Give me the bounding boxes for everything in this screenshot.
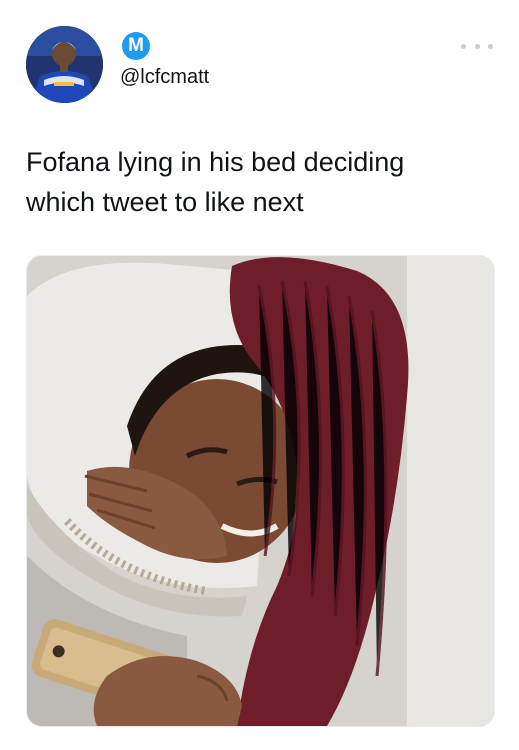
tweet-text: Fofana lying in his bed deciding which t… bbox=[26, 147, 405, 217]
tweet-card: M @lcfcmatt Fofana lying in his bed deci… bbox=[0, 0, 519, 750]
more-dot-icon bbox=[488, 43, 493, 49]
tweet-media-photo[interactable] bbox=[26, 255, 495, 727]
verified-badge-icon: M bbox=[122, 32, 150, 60]
author-handle[interactable]: @lcfcmatt bbox=[120, 66, 209, 89]
more-options-icon[interactable] bbox=[461, 36, 493, 56]
photo-man-in-bed-icon bbox=[27, 256, 494, 726]
author-avatar[interactable] bbox=[26, 26, 103, 103]
avatar-photo-icon bbox=[26, 26, 103, 103]
more-dot-icon bbox=[474, 43, 480, 49]
more-dot-icon bbox=[461, 43, 466, 49]
